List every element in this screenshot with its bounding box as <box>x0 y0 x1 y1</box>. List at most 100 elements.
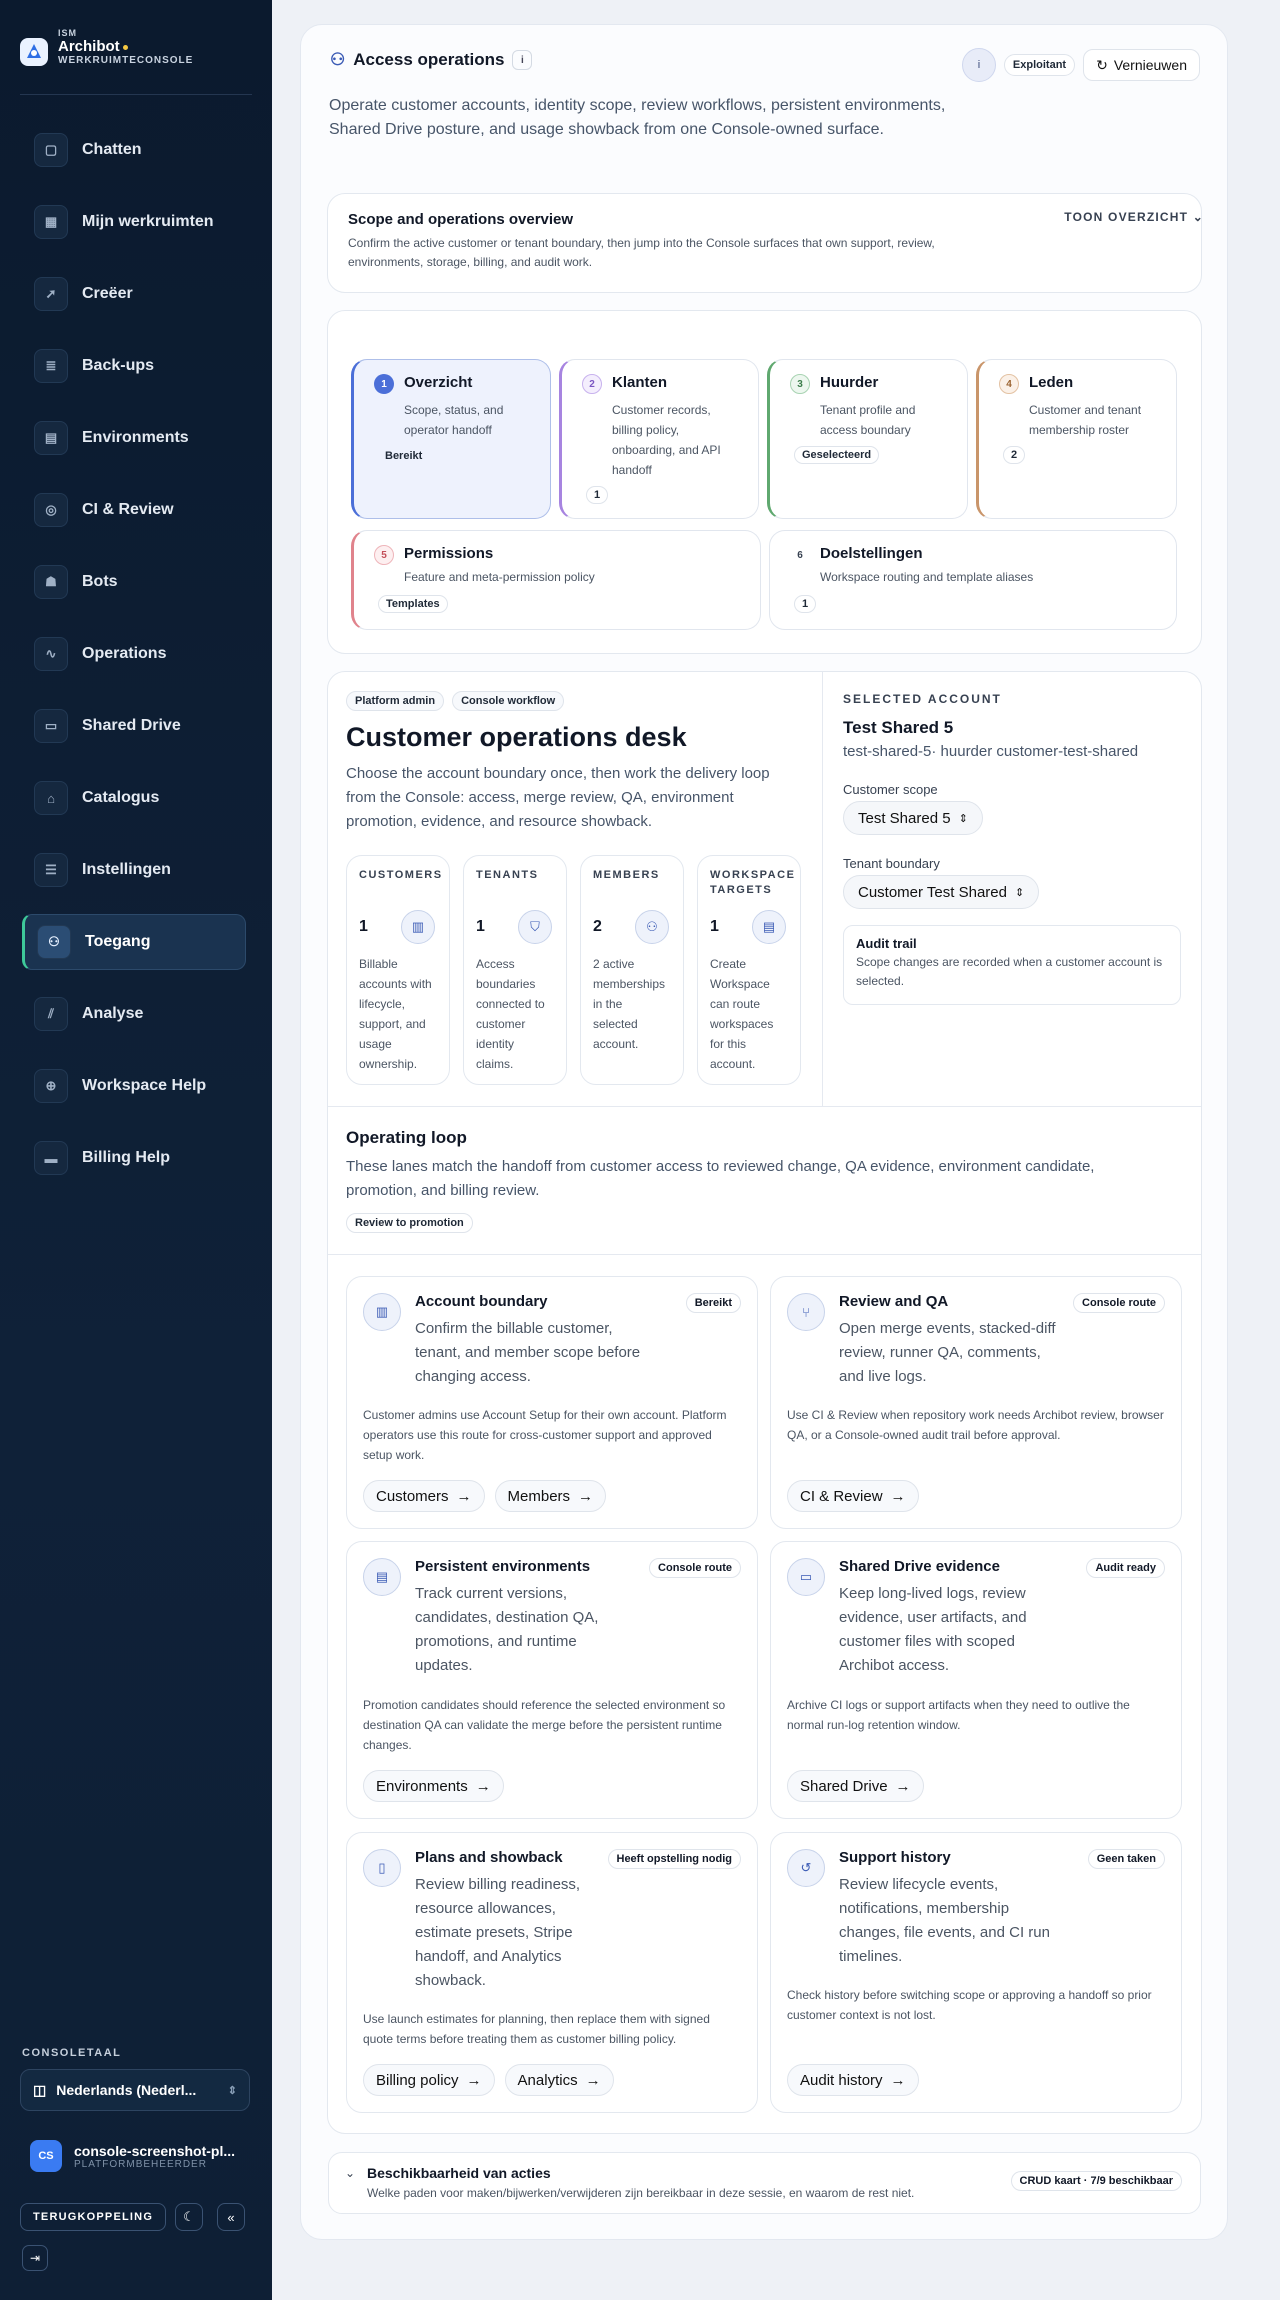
step-number: 6 <box>790 545 810 565</box>
language-select[interactable]: ◫ Nederlands (Nederl... ⇕ <box>20 2069 250 2111</box>
role-badge: Exploitant <box>1003 54 1076 76</box>
customers-button[interactable]: Customers → <box>363 1480 485 1512</box>
brand[interactable]: ISM Archibot WERKRUIMTECONSOLE <box>20 28 193 66</box>
chart-icon: ⫽ <box>34 997 68 1031</box>
sidebar-item-backups[interactable]: ≣ Back-ups <box>22 338 246 394</box>
analytics-button[interactable]: Analytics → <box>504 2064 614 2096</box>
info-icon[interactable]: i <box>512 50 533 70</box>
grid-icon: ▦ <box>34 205 68 239</box>
header-actions: i Exploitant ↻ Vernieuwen <box>961 48 1200 82</box>
tenant-boundary-select[interactable]: Customer Test Shared ⇕ <box>843 875 1040 909</box>
sidebar-item-billing-help[interactable]: ▬ Billing Help <box>22 1130 246 1186</box>
server-icon: ▤ <box>34 421 68 455</box>
users-icon: ⚇ <box>37 925 71 959</box>
sidebar-item-operations[interactable]: ∿ Operations <box>22 626 246 682</box>
step-klanten[interactable]: 2 Klanten Customer records, billing poli… <box>559 359 759 519</box>
members-button[interactable]: Members → <box>494 1480 607 1512</box>
avatar: CS <box>30 2140 62 2172</box>
sidebar-item-bots[interactable]: ☗ Bots <box>22 554 246 610</box>
arrow-right-icon: → <box>585 2071 601 2089</box>
step-huurder[interactable]: 3 Huurder Tenant profile and access boun… <box>767 359 968 519</box>
refresh-button[interactable]: ↻ Vernieuwen <box>1083 49 1200 81</box>
step-leden[interactable]: 4 Leden Customer and tenant membership r… <box>976 359 1177 519</box>
users-icon: ⚇ <box>635 910 669 944</box>
step-description: Tenant profile and access boundary <box>820 403 916 437</box>
lane-badge: Audit ready <box>1086 1558 1165 1578</box>
sidebar-item-analyse[interactable]: ⫽ Analyse <box>22 986 246 1042</box>
button-label: Analytics <box>517 2071 578 2089</box>
button-label: Billing policy <box>376 2071 459 2089</box>
sidebar-item-creeer[interactable]: ➚ Creëer <box>22 266 246 322</box>
lane-badge: Geen taken <box>1087 1849 1165 1869</box>
collapse-sidebar-icon[interactable]: « <box>217 2203 245 2231</box>
tenant-boundary-value: Customer Test Shared <box>858 883 1007 901</box>
step-title: Huurder <box>820 374 879 391</box>
lane-review-qa: ⑂ Review and QA Console route Open merge… <box>770 1276 1182 1529</box>
sidebar-item-label: Mijn werkruimten <box>82 213 214 230</box>
step-badge: 2 <box>1003 446 1026 464</box>
availability-title: Beschikbaarheid van acties <box>367 2165 551 2181</box>
lane-note: Use launch estimates for planning, then … <box>363 2012 710 2046</box>
feedback-button[interactable]: TERUGKOPPELING <box>20 2203 167 2231</box>
step-number: 3 <box>790 374 810 394</box>
overview-title: Scope and operations overview <box>348 211 574 228</box>
lane-title: Persistent environments <box>415 1558 591 1575</box>
step-title: Overzicht <box>404 374 473 391</box>
lane-badge: Heeft opstelling nodig <box>607 1849 741 1869</box>
book-icon: ◫ <box>33 2081 47 2098</box>
history-icon: ↺ <box>787 1849 825 1887</box>
lane-title: Plans and showback <box>415 1849 563 1866</box>
step-title: Doelstellingen <box>820 545 923 562</box>
availability-panel[interactable]: ⌄ Beschikbaarheid van acties Welke paden… <box>328 2152 1201 2214</box>
refresh-label: Vernieuwen <box>1113 57 1187 73</box>
step-permissions[interactable]: 5 Permissions Feature and meta-permissio… <box>351 530 761 630</box>
lane-buttons: Environments → <box>363 1770 504 1802</box>
ci-review-button[interactable]: CI & Review → <box>787 1480 919 1512</box>
sidebar-item-werkruimten[interactable]: ▦ Mijn werkruimten <box>22 194 246 250</box>
sidebar-item-instellingen[interactable]: ☰ Instellingen <box>22 842 246 898</box>
arrow-right-icon: → <box>466 2071 482 2089</box>
lane-note: Customer admins use Account Setup for th… <box>363 1408 727 1462</box>
page-title: ⚇ Access operations i <box>330 50 533 70</box>
button-label: Customers <box>376 1487 449 1505</box>
sidebar-item-label: Creëer <box>82 285 133 302</box>
sidebar-item-chatten[interactable]: ▢ Chatten <box>22 122 246 178</box>
users-icon: ⚇ <box>330 50 346 69</box>
step-badge: Bereikt <box>385 450 423 462</box>
theme-toggle-moon-icon[interactable]: ☾ <box>175 2203 203 2231</box>
sidebar-item-workspace-help[interactable]: ⊕ Workspace Help <box>22 1058 246 1114</box>
language-value: Nederlands (Nederl... <box>56 2082 197 2098</box>
lane-title: Shared Drive evidence <box>839 1558 1000 1575</box>
sidebar-item-shared-drive[interactable]: ▭ Shared Drive <box>22 698 246 754</box>
stat-label: TENANTS <box>476 869 539 881</box>
server-icon: ▤ <box>752 910 786 944</box>
environments-button[interactable]: Environments → <box>363 1770 504 1802</box>
sidebar-item-toegang[interactable]: ⚇ Toegang <box>22 914 246 970</box>
lane-description: Review lifecycle events, notifications, … <box>839 1876 1050 1965</box>
lane-note: Use CI & Review when repository work nee… <box>787 1408 1164 1442</box>
info-circle-icon[interactable]: i <box>961 48 996 82</box>
step-doelstellingen[interactable]: 6 Doelstellingen Workspace routing and t… <box>769 530 1177 630</box>
audit-trail-box: Audit trail Scope changes are recorded w… <box>843 925 1181 1005</box>
user-role: PLATFORMBEHEERDER <box>74 2158 207 2170</box>
overview-toggle[interactable]: TOON OVERZICHT ⌄ <box>1064 210 1204 224</box>
user-menu[interactable]: CS console-screenshot-pl... PLATFORMBEHE… <box>30 2140 235 2172</box>
sidebar-item-label: Operations <box>82 645 167 662</box>
lane-badge: Console route <box>1073 1293 1165 1313</box>
step-overzicht[interactable]: 1 Overzicht Scope, status, and operator … <box>351 359 551 519</box>
shared-drive-button[interactable]: Shared Drive → <box>787 1770 924 1802</box>
overview-toggle-label: TOON OVERZICHT <box>1064 210 1189 224</box>
sidebar-item-catalogus[interactable]: ⌂ Catalogus <box>22 770 246 826</box>
brand-small: ISM <box>58 28 78 38</box>
availability-badge: CRUD kaart · 7/9 beschikbaar <box>1010 2171 1182 2191</box>
bot-icon: ☗ <box>34 565 68 599</box>
chevron-updown-icon: ⇕ <box>1014 886 1025 899</box>
sidebar-item-environments[interactable]: ▤ Environments <box>22 410 246 466</box>
customer-scope-select[interactable]: Test Shared 5 ⇕ <box>843 801 983 835</box>
audit-history-button[interactable]: Audit history → <box>787 2064 919 2096</box>
sidebar-item-ci-review[interactable]: ◎ CI & Review <box>22 482 246 538</box>
logout-icon[interactable]: ⇥ <box>22 2245 48 2271</box>
stat-description: Create Workspace can route workspaces fo… <box>710 957 774 1071</box>
billing-policy-button[interactable]: Billing policy → <box>363 2064 495 2096</box>
lane-description: Review billing readiness, resource allow… <box>415 1876 581 1989</box>
